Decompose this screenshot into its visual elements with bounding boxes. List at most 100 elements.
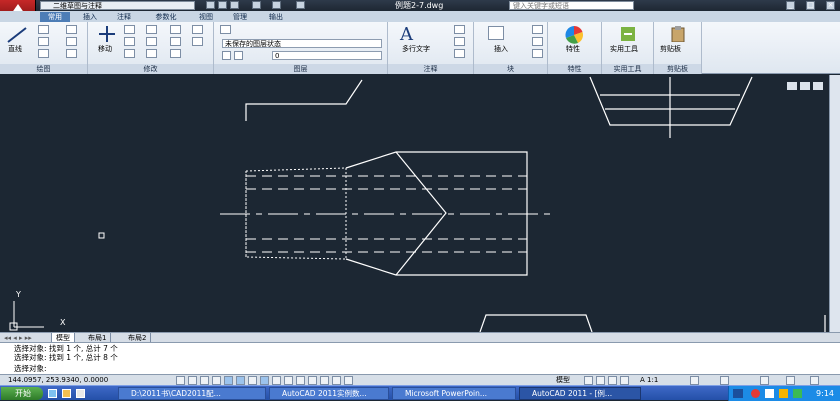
quick-view-layouts-icon[interactable] <box>584 376 593 385</box>
quick-properties-toggle[interactable] <box>320 376 329 385</box>
utilities-icon[interactable] <box>620 26 636 42</box>
annotation-monitor-toggle[interactable] <box>344 376 353 385</box>
ducs-toggle[interactable] <box>272 376 281 385</box>
grid-toggle[interactable] <box>200 376 209 385</box>
quick-launch-icon[interactable] <box>62 389 71 398</box>
tab-home[interactable]: 常用 <box>40 12 70 22</box>
workspace-selector[interactable]: 二维草图与注释 <box>40 1 195 10</box>
undo-icon[interactable] <box>272 1 281 9</box>
trim-icon[interactable] <box>146 25 157 34</box>
language-indicator-icon[interactable] <box>733 389 743 398</box>
osnap-toggle[interactable] <box>236 376 245 385</box>
command-input[interactable]: 选择对象: <box>14 365 47 373</box>
taskbar-item-autocad-examples[interactable]: AutoCAD 2011实例数... <box>269 387 389 400</box>
modify-panel-title[interactable]: 修改 <box>88 64 213 74</box>
utilities-panel-title[interactable]: 实用工具 <box>602 64 653 74</box>
close-button[interactable]: × <box>826 1 835 10</box>
tab-manage[interactable]: 管理 <box>226 12 254 22</box>
workspace-switching-icon[interactable] <box>720 376 729 385</box>
otrack-toggle[interactable] <box>260 376 269 385</box>
pan-icon[interactable] <box>608 376 617 385</box>
lineweight-toggle[interactable] <box>296 376 305 385</box>
ellipse-icon[interactable] <box>66 49 77 58</box>
viewport-close-button[interactable] <box>813 82 823 90</box>
start-button[interactable]: 开始 <box>1 387 43 400</box>
layer-state-dropdown[interactable]: 未保存的图层状态 <box>222 39 382 48</box>
volume-icon[interactable] <box>765 389 774 398</box>
print-icon[interactable] <box>252 1 261 9</box>
polar-toggle[interactable] <box>224 376 233 385</box>
annotation-scale[interactable]: A 1:1 <box>640 376 658 385</box>
circle-icon[interactable] <box>38 37 49 46</box>
mirror-icon[interactable] <box>146 37 157 46</box>
quick-launch-icon[interactable] <box>48 389 57 398</box>
table-icon[interactable] <box>454 49 465 58</box>
polyline-icon[interactable] <box>38 25 49 34</box>
clean-screen-icon[interactable] <box>810 376 819 385</box>
hardware-acceleration-icon[interactable] <box>786 376 795 385</box>
current-layer-dropdown[interactable]: 0 <box>272 51 382 60</box>
viewport-restore-button[interactable] <box>800 82 810 90</box>
taskbar-item-powerpoint[interactable]: Microsoft PowerPoin... <box>392 387 516 400</box>
line-tool-icon[interactable] <box>6 26 28 44</box>
stretch-icon[interactable] <box>124 49 135 58</box>
minimize-button[interactable]: _ <box>786 1 795 10</box>
annotation-visibility-icon[interactable] <box>690 376 699 385</box>
tab-annotate[interactable]: 注释 <box>110 12 138 22</box>
drawing-canvas[interactable]: Y X <box>0 75 840 332</box>
edit-attributes-icon[interactable] <box>532 49 543 58</box>
quick-view-drawings-icon[interactable] <box>596 376 605 385</box>
tab-parametric[interactable]: 参数化 <box>146 12 186 22</box>
insert-block-icon[interactable] <box>488 26 504 40</box>
layers-panel-title[interactable]: 图层 <box>214 64 387 74</box>
text-a-icon[interactable]: A <box>400 24 413 45</box>
taskbar-item-folder[interactable]: D:\2011书\CAD2011配... <box>118 387 266 400</box>
clipboard-icon[interactable] <box>671 26 685 42</box>
sun-icon[interactable] <box>234 51 243 60</box>
quick-launch-icon[interactable] <box>76 389 85 398</box>
arc-icon[interactable] <box>38 49 49 58</box>
transparency-toggle[interactable] <box>308 376 317 385</box>
viewport-minimize-button[interactable] <box>787 82 797 90</box>
open-file-icon[interactable] <box>218 1 227 9</box>
rectangle-icon[interactable] <box>66 25 77 34</box>
3dosnap-toggle[interactable] <box>248 376 257 385</box>
move-tool-icon[interactable] <box>99 26 115 42</box>
copy-icon[interactable] <box>124 37 135 46</box>
offset-icon[interactable] <box>192 25 203 34</box>
dimension-icon[interactable] <box>454 25 465 34</box>
layer-properties-icon[interactable] <box>220 25 231 34</box>
erase-icon[interactable] <box>170 25 181 34</box>
clipboard-panel-title[interactable]: 剪贴板 <box>654 64 701 74</box>
fillet-icon[interactable] <box>192 37 203 46</box>
rotate-icon[interactable] <box>124 25 135 34</box>
search-input[interactable]: 键入关键字或短语 <box>509 1 634 10</box>
dyn-toggle[interactable] <box>284 376 293 385</box>
tab-insert[interactable]: 插入 <box>76 12 104 22</box>
ortho-toggle[interactable] <box>212 376 221 385</box>
network-icon[interactable] <box>779 389 788 398</box>
explode-icon[interactable] <box>170 37 181 46</box>
properties-icon[interactable] <box>565 26 583 44</box>
tab-output[interactable]: 输出 <box>262 12 290 22</box>
security-icon[interactable] <box>793 389 802 398</box>
tab-view[interactable]: 视图 <box>192 12 220 22</box>
create-block-icon[interactable] <box>532 25 543 34</box>
leader-icon[interactable] <box>454 37 465 46</box>
snap-toggle[interactable] <box>188 376 197 385</box>
properties-panel-title[interactable]: 特性 <box>548 64 601 74</box>
zoom-icon[interactable] <box>620 376 629 385</box>
annotation-panel-title[interactable]: 注释 <box>388 64 473 74</box>
block-panel-title[interactable]: 块 <box>474 64 547 74</box>
vertical-scrollbar[interactable] <box>829 75 840 332</box>
infer-constraints-toggle[interactable] <box>176 376 185 385</box>
command-window[interactable]: 选择对象: 找到 1 个, 总计 7 个 选择对象: 找到 1 个, 总计 8 … <box>0 342 840 374</box>
array-icon[interactable] <box>170 49 181 58</box>
restore-button[interactable]: □ <box>806 1 815 10</box>
new-file-icon[interactable] <box>206 1 215 9</box>
taskbar-item-autocad[interactable]: AutoCAD 2011 - [例... <box>519 387 641 400</box>
lightbulb-icon[interactable] <box>222 51 231 60</box>
edit-block-icon[interactable] <box>532 37 543 46</box>
model-space-label[interactable]: 模型 <box>556 376 570 385</box>
redo-icon[interactable] <box>296 1 305 9</box>
